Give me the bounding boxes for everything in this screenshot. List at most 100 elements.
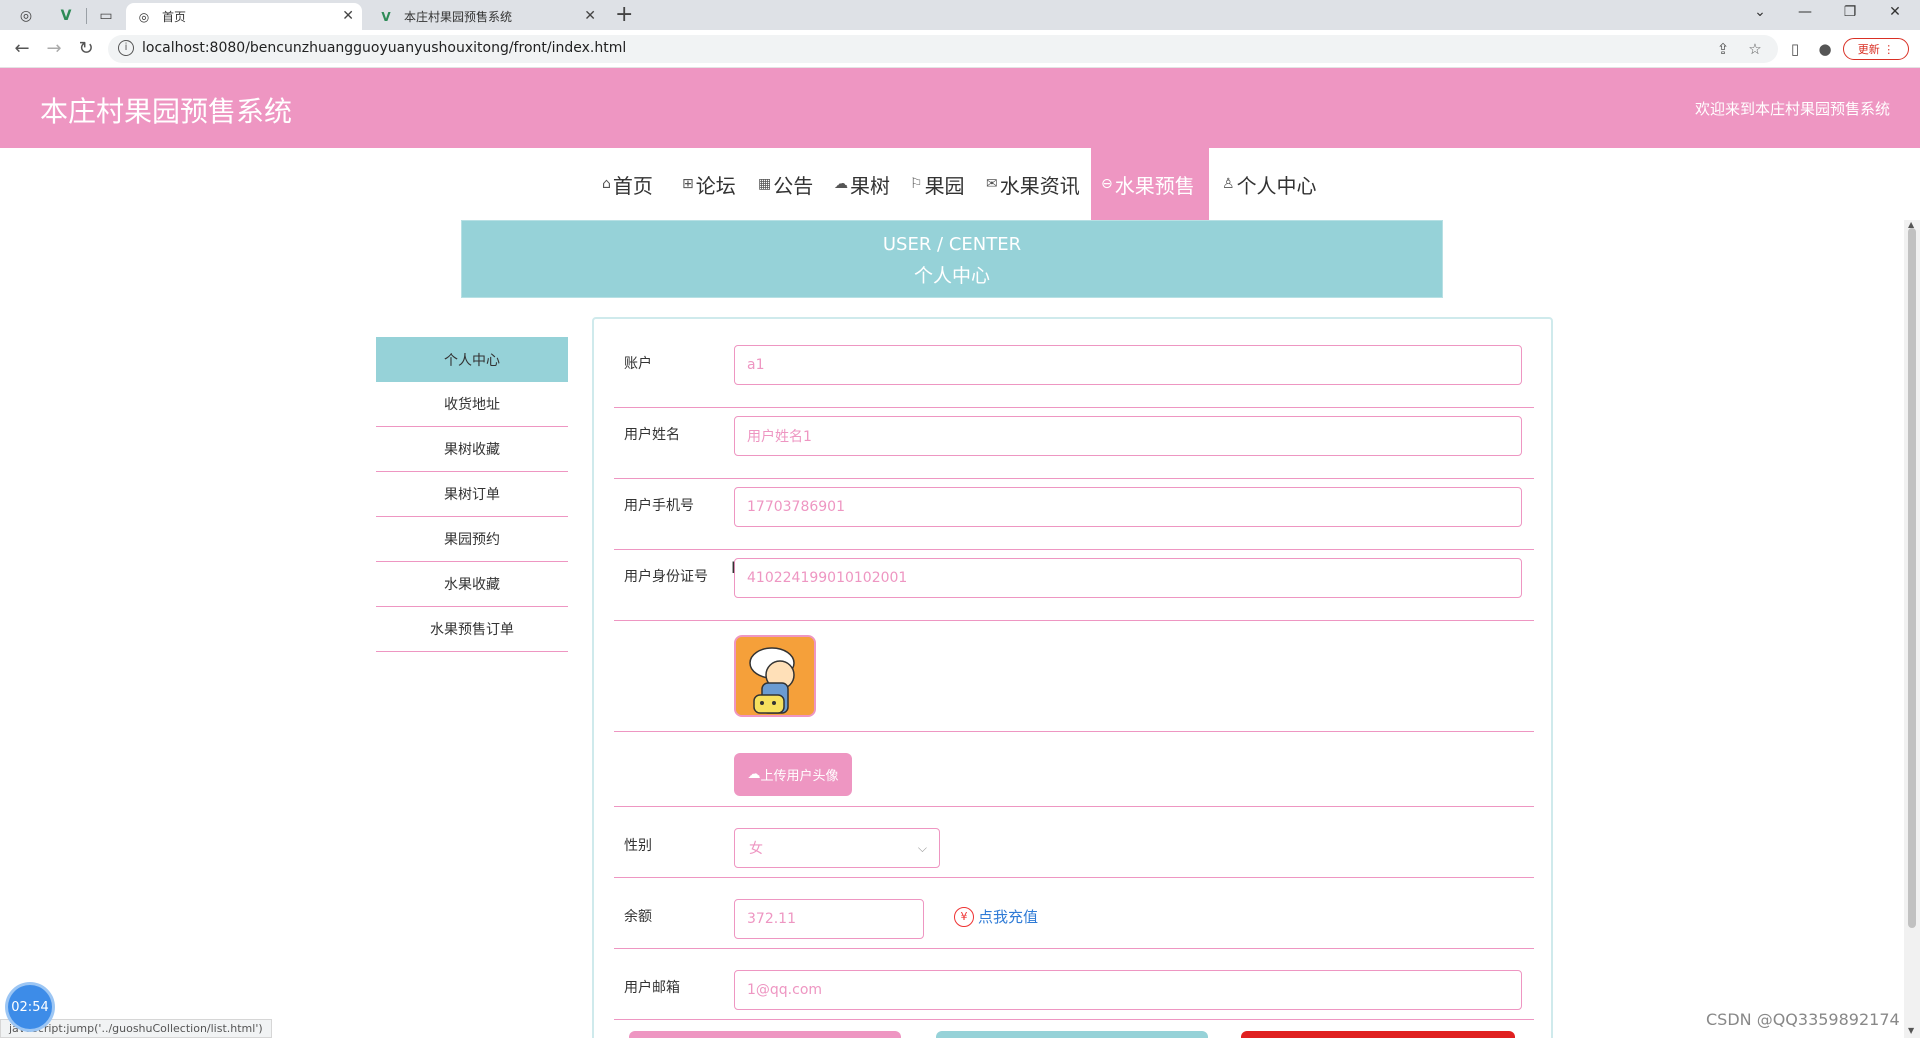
nav-item-orchard[interactable]: ⚐ 果园 [900, 148, 975, 220]
chevron-down-icon: ⌵ [917, 841, 927, 855]
sidebar-item-user-center[interactable]: 个人中心 [376, 337, 568, 382]
update-info-button[interactable] [629, 1031, 901, 1038]
form-row-id-card: 用户身份证号 410224199010102001 [614, 550, 1534, 621]
nav-label: 果园 [924, 173, 965, 198]
side-panel-icon[interactable]: ▯ [1784, 40, 1806, 58]
sidebar: 个人中心 收货地址 果树收藏 果树订单 果园预约 水果收藏 水果预售订单 [376, 337, 568, 652]
tab-home[interactable]: ◎ 首页 ✕ [126, 3, 362, 30]
browser-tab-bar: ◎ V ▭ ◎ 首页 ✕ V 本庄村果园预售系统 ✕ + ⌄ — ❐ ✕ [0, 0, 1920, 30]
profile-form: 账户 a1 用户姓名 用户姓名1 用户手机号 17703786901 用户身份证… [592, 317, 1553, 1038]
tab-title: 首页 [162, 10, 187, 24]
form-row-gender: 性别 女 ⌵ [614, 807, 1534, 878]
balance-label: 余额 [624, 909, 652, 925]
profile-icon[interactable]: ● [1814, 40, 1836, 58]
nav-item-forum[interactable]: ⊞ 论坛 [672, 148, 746, 220]
upload-avatar-button[interactable]: ☁ 上传用户头像 [734, 753, 852, 796]
share-icon[interactable]: ⇪ [1712, 40, 1734, 58]
close-tab-icon[interactable]: ✕ [342, 8, 354, 24]
pinned-tab-blank-icon[interactable]: ▭ [92, 3, 120, 29]
nav-label: 果树 [850, 173, 890, 198]
close-tab-icon[interactable]: ✕ [584, 8, 596, 24]
pinned-tab-vue-icon[interactable]: V [52, 3, 80, 29]
email-label: 用户邮箱 [624, 980, 680, 996]
gender-label: 性别 [624, 838, 652, 854]
update-label: 更新 [1857, 43, 1880, 56]
account-label: 账户 [624, 356, 652, 372]
main-nav: ⌂ 首页 ⊞ 论坛 ▦ 公告 ☁ 果树 ⚐ 果园 ✉ 水果资讯 ⊖ 水果预售 ♙ 个人中心 [0, 148, 1920, 220]
nav-item-home[interactable]: ⌂ 首页 [592, 148, 663, 220]
recharge-label: 点我充值 [978, 908, 1039, 926]
minimize-button[interactable]: — [1785, 4, 1825, 20]
email-input[interactable]: 1@qq.com [734, 970, 1522, 1010]
pinned-tab-globe-icon[interactable]: ◎ [12, 3, 40, 29]
id-card-input[interactable]: 410224199010102001 [734, 558, 1522, 598]
nav-label: 公告 [773, 173, 814, 198]
name-label: 用户姓名 [624, 427, 680, 443]
delete-button[interactable] [1241, 1031, 1515, 1038]
name-input[interactable]: 用户姓名1 [734, 416, 1522, 456]
notice-icon: ▦ [758, 176, 772, 192]
nav-label: 首页 [612, 173, 653, 198]
nav-item-notice[interactable]: ▦ 公告 [748, 148, 823, 220]
sidebar-item-tree-favorites[interactable]: 果树收藏 [376, 427, 568, 472]
vue-icon: V [381, 9, 391, 24]
nav-item-tree[interactable]: ☁ 果树 [824, 148, 900, 220]
banner-title-en: USER / CENTER [882, 234, 1022, 255]
flag-icon: ⚐ [910, 176, 923, 192]
logout-button[interactable] [936, 1031, 1208, 1038]
nav-label: 水果资讯 [999, 173, 1080, 198]
form-row-upload: ☁ 上传用户头像 [614, 732, 1534, 807]
account-input[interactable]: a1 [734, 345, 1522, 385]
tab-search-icon[interactable]: ⌄ [1740, 4, 1780, 20]
form-row-name: 用户姓名 用户姓名1 [614, 408, 1534, 479]
user-icon: ♙ [1222, 176, 1235, 192]
info-icon[interactable]: i [118, 40, 134, 56]
recording-timer[interactable]: 02:54 [8, 985, 52, 1029]
tab-title: 本庄村果园预售系统 [404, 10, 513, 24]
gender-select[interactable]: 女 ⌵ [734, 828, 940, 868]
watermark: CSDN @QQ3359892174 [1706, 1010, 1900, 1029]
scroll-down-icon[interactable]: ▼ [1908, 1026, 1914, 1035]
form-row-account: 账户 a1 [614, 337, 1534, 408]
tree-icon: ☁ [834, 176, 848, 192]
balance-input[interactable]: 372.11 [734, 899, 924, 939]
welcome-text: 欢迎来到本庄村果园预售系统 [1694, 100, 1890, 118]
page-scrollbar[interactable]: ▲ ▼ [1904, 220, 1920, 1038]
scrollbar-thumb[interactable] [1908, 228, 1916, 928]
reload-icon[interactable]: ↻ [74, 38, 98, 59]
id-card-label: 用户身份证号 [624, 569, 708, 585]
phone-input[interactable]: 17703786901 [734, 487, 1522, 527]
nav-item-fruit-news[interactable]: ✉ 水果资讯 [976, 148, 1090, 220]
page-banner: USER / CENTER 个人中心 [461, 220, 1443, 298]
sidebar-item-presale-orders[interactable]: 水果预售订单 [376, 607, 568, 652]
home-icon: ⌂ [602, 176, 611, 192]
form-row-email: 用户邮箱 1@qq.com [614, 949, 1534, 1020]
recharge-link[interactable]: ¥ 点我充值 [954, 906, 1038, 927]
tab-system[interactable]: V 本庄村果园预售系统 ✕ [368, 3, 604, 30]
forum-icon: ⊞ [682, 176, 694, 192]
nav-item-user-center[interactable]: ♙ 个人中心 [1212, 148, 1327, 220]
forward-icon[interactable]: → [42, 38, 66, 59]
close-window-button[interactable]: ✕ [1875, 4, 1915, 20]
sidebar-item-address[interactable]: 收货地址 [376, 382, 568, 427]
nav-item-fruit-presale[interactable]: ⊖ 水果预售 [1091, 148, 1209, 220]
cloud-upload-icon: ☁ [747, 767, 761, 782]
bookmark-star-icon[interactable]: ☆ [1744, 40, 1766, 58]
restore-button[interactable]: ❐ [1830, 4, 1870, 20]
nav-label: 论坛 [695, 173, 736, 198]
avatar-image[interactable] [734, 635, 816, 717]
omnibox[interactable]: i localhost:8080/bencunzhuangguoyuanyush… [108, 35, 1778, 63]
back-icon[interactable]: ← [10, 38, 34, 59]
url-text[interactable]: localhost:8080/bencunzhuangguoyuanyushou… [142, 40, 626, 56]
presale-icon: ⊖ [1101, 176, 1113, 192]
sidebar-item-fruit-favorites[interactable]: 水果收藏 [376, 562, 568, 607]
banner-title-zh: 个人中心 [913, 265, 990, 287]
new-tab-button[interactable]: + [615, 2, 633, 27]
sidebar-item-tree-orders[interactable]: 果树订单 [376, 472, 568, 517]
phone-label: 用户手机号 [624, 498, 694, 514]
sidebar-item-orchard-booking[interactable]: 果园预约 [376, 517, 568, 562]
mail-icon: ✉ [986, 176, 998, 192]
address-bar: ← → ↻ i localhost:8080/bencunzhuangguoyu… [0, 30, 1920, 68]
nav-label: 个人中心 [1236, 173, 1317, 198]
update-button[interactable]: 更新 ⋮ [1843, 38, 1909, 60]
